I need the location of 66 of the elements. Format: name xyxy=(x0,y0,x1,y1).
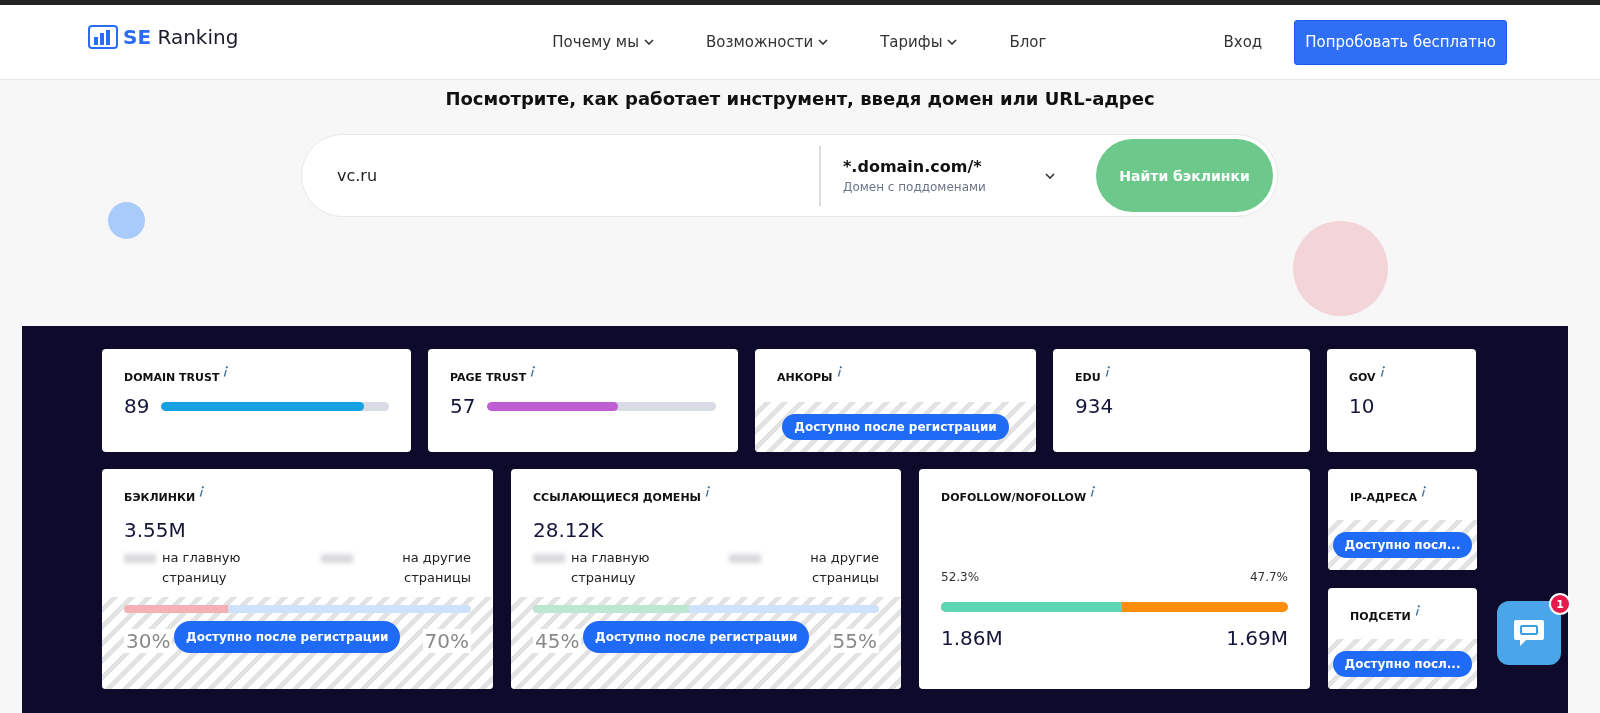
metric-value: 57 xyxy=(450,394,476,418)
metric-value: 89 xyxy=(124,394,150,418)
chat-button[interactable] xyxy=(1497,601,1561,665)
register-button[interactable]: Доступно после регистрации xyxy=(174,621,401,653)
blurred-number xyxy=(321,554,353,563)
info-icon[interactable] xyxy=(1414,605,1420,616)
bar-chart-icon[interactable] xyxy=(88,25,118,49)
info-icon[interactable] xyxy=(1104,366,1110,377)
blurred-number xyxy=(124,554,156,563)
percent-value: 52.3% xyxy=(941,570,980,584)
info-icon[interactable] xyxy=(1379,366,1385,377)
register-button[interactable]: Доступно посл... xyxy=(1332,651,1473,677)
info-icon[interactable] xyxy=(1090,486,1095,497)
chevron-down-icon xyxy=(1045,172,1055,179)
nav-link[interactable]: Возможности xyxy=(706,33,829,51)
chevron-down-icon xyxy=(818,39,829,45)
split-caption: на другие страницы xyxy=(809,549,879,587)
metric-label: IP-АДРЕСА xyxy=(1350,491,1417,504)
percent-value: 55% xyxy=(830,629,879,653)
blurred-number xyxy=(729,554,761,563)
register-button[interactable]: Доступно посл... xyxy=(1332,532,1473,558)
blurred-number xyxy=(533,554,565,563)
domain-input[interactable]: vc.ru xyxy=(335,165,809,186)
chevron-down-icon xyxy=(644,39,654,45)
nav-link[interactable]: Блог xyxy=(1009,33,1047,51)
nav-link[interactable]: Почему мы xyxy=(552,33,654,51)
brand-name[interactable]: SE Ranking xyxy=(123,25,239,49)
decorative-circle xyxy=(108,202,145,239)
metric-value: 3.55M xyxy=(124,518,187,542)
nav-link[interactable]: Тарифы xyxy=(880,33,958,51)
metric-value: 28.12K xyxy=(533,518,605,542)
chevron-down-icon xyxy=(947,39,958,45)
info-icon[interactable] xyxy=(199,486,205,497)
metric-label: EDU xyxy=(1075,371,1101,384)
info-icon[interactable] xyxy=(223,366,229,377)
register-button[interactable]: Доступно после регистрации xyxy=(583,621,810,653)
metric-label: АНКОРЫ xyxy=(777,371,833,384)
scope-dropdown[interactable]: *.domain.com/* Домен с поддоменами xyxy=(819,145,1055,206)
percent-value: 70% xyxy=(422,629,471,653)
info-icon[interactable] xyxy=(1421,486,1426,497)
info-icon[interactable] xyxy=(836,366,842,377)
metric-label: GOV xyxy=(1349,371,1376,384)
metric-label: ССЫЛАЮЩИЕСЯ ДОМЕНЫ xyxy=(533,491,701,504)
split-caption: на главную страницу xyxy=(162,549,242,587)
chat-icon xyxy=(1512,618,1546,648)
metric-label: DOFOLLOW/NOFOLLOW xyxy=(941,491,1086,504)
percent-value: 45% xyxy=(533,629,582,653)
metric-value: 934 xyxy=(1075,394,1115,418)
metric-label: БЭКЛИНКИ xyxy=(124,491,196,504)
metric-value: 1.69M xyxy=(1226,626,1288,650)
login-link[interactable]: Вход xyxy=(1223,33,1263,51)
metric-label: ПОДСЕТИ xyxy=(1350,610,1411,623)
try-free-button[interactable]: Попробовать бесплатно xyxy=(1294,19,1507,65)
metric-label: DOMAIN TRUST xyxy=(124,371,220,384)
percent-value: 47.7% xyxy=(1249,570,1288,584)
info-icon[interactable] xyxy=(530,366,536,377)
notification-badge: 1 xyxy=(1549,593,1571,615)
metric-label: PAGE TRUST xyxy=(450,371,527,384)
split-caption: на другие страницы xyxy=(401,549,471,587)
split-caption: на главную страницу xyxy=(571,549,651,587)
hero-title: Посмотрите, как работает инструмент, введя домен или URL-адрес xyxy=(444,87,1156,109)
metric-value: 10 xyxy=(1349,394,1376,418)
info-icon[interactable] xyxy=(705,486,710,497)
metric-value: 1.86M xyxy=(941,626,1003,650)
register-button[interactable]: Доступно после регистрации xyxy=(782,414,1009,440)
percent-value: 30% xyxy=(124,629,173,653)
